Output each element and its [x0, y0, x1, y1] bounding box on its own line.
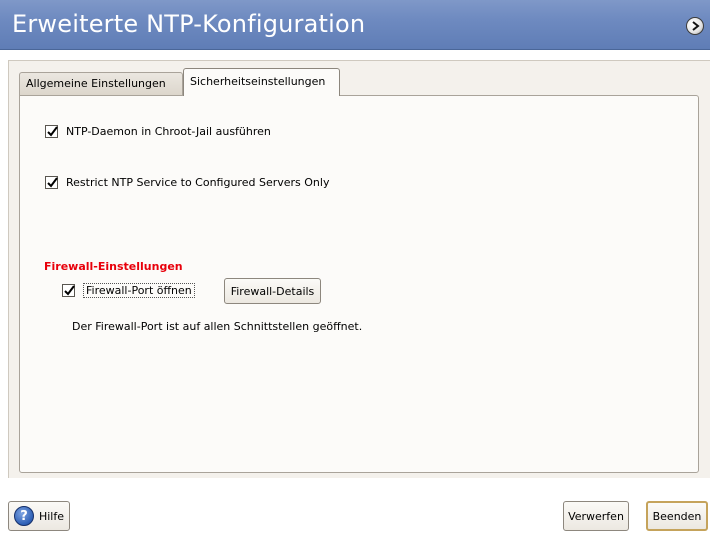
help-button[interactable]: ? Hilfe — [8, 501, 70, 531]
chroot-option-label: NTP-Daemon in Chroot-Jail ausführen — [66, 125, 271, 138]
open-port-option-row[interactable]: Firewall-Port öffnen — [62, 283, 195, 298]
dialog-title: Erweiterte NTP-Konfiguration — [12, 10, 366, 38]
help-icon: ? — [13, 506, 34, 526]
tab-general-settings[interactable]: Allgemeine Einstellungen — [19, 72, 183, 95]
firewall-details-button[interactable]: Firewall-Details — [224, 278, 321, 304]
firewall-section-title: Firewall-Einstellungen — [44, 260, 183, 273]
tab-security-settings[interactable]: Sicherheitseinstellungen — [183, 68, 340, 96]
chroot-option-row[interactable]: NTP-Daemon in Chroot-Jail ausführen — [45, 125, 271, 138]
navigate-arrow-icon[interactable] — [686, 17, 704, 35]
checkmark-icon — [47, 177, 58, 188]
restrict-option-row[interactable]: Restrict NTP Service to Configured Serve… — [45, 176, 329, 189]
help-button-label: Hilfe — [38, 509, 65, 523]
discard-button[interactable]: Verwerfen — [563, 501, 629, 531]
security-settings-page: NTP-Daemon in Chroot-Jail ausführen Rest… — [19, 95, 699, 473]
chroot-checkbox[interactable] — [45, 125, 58, 138]
checkmark-icon — [64, 285, 75, 296]
restrict-checkbox[interactable] — [45, 176, 58, 189]
content-panel: Allgemeine Einstellungen Sicherheitseins… — [8, 60, 710, 478]
restrict-option-label: Restrict NTP Service to Configured Serve… — [66, 176, 330, 189]
open-port-checkbox[interactable] — [62, 284, 75, 297]
finish-button[interactable]: Beenden — [646, 501, 708, 531]
firewall-status-text: Der Firewall-Port ist auf allen Schnitts… — [72, 320, 363, 333]
open-port-label: Firewall-Port öffnen — [83, 283, 195, 298]
dialog-header: Erweiterte NTP-Konfiguration — [0, 0, 710, 50]
checkmark-icon — [47, 126, 58, 137]
